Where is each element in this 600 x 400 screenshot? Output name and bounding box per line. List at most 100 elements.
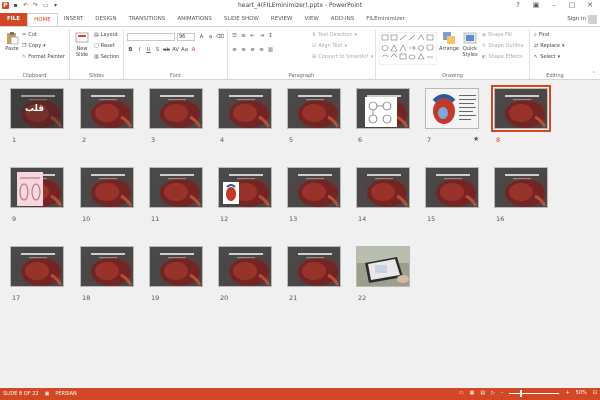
proofing-icon[interactable]: ▣ <box>45 391 50 397</box>
increase-indent-icon[interactable]: ⇥ <box>258 33 265 39</box>
text-direction-button[interactable]: ⇅ Text Direction ▾ <box>312 32 357 38</box>
convert-smartart-button[interactable]: ⊞ Convert to SmartArt ▾ <box>312 54 373 60</box>
tab-fileminimizer[interactable]: FILEminimizer <box>360 13 411 26</box>
slide-thumbnail[interactable] <box>287 246 341 287</box>
shrink-font-icon[interactable]: a <box>207 34 214 40</box>
numbering-icon[interactable]: ≡ <box>240 33 247 39</box>
align-center-icon[interactable]: ≡ <box>240 47 247 53</box>
tab-design[interactable]: DESIGN <box>89 13 122 26</box>
select-button[interactable]: ↖ Select ▾ <box>534 54 560 60</box>
user-avatar-icon[interactable] <box>588 15 597 24</box>
case-icon[interactable]: Aa <box>181 47 188 53</box>
tab-slideshow[interactable]: SLIDE SHOW <box>218 13 265 26</box>
strikethrough-icon[interactable]: ab <box>163 47 170 53</box>
new-slide-button[interactable]: New Slide <box>72 31 92 58</box>
shapes-gallery[interactable] <box>379 32 437 65</box>
reset-button[interactable]: ▢ Reset <box>94 43 115 49</box>
arrange-button[interactable]: Arrange <box>439 31 459 52</box>
layout-button[interactable]: ▤ Layout <box>94 32 118 38</box>
slide-thumbnail[interactable] <box>356 167 410 208</box>
zoom-slider-thumb[interactable] <box>520 389 523 397</box>
slide-thumbnail[interactable] <box>425 167 479 208</box>
shape-outline-button[interactable]: ✎ Shape Outline <box>482 43 524 49</box>
tab-review[interactable]: REVIEW <box>265 13 299 26</box>
slide-number: 4 <box>220 136 225 144</box>
font-color-icon[interactable]: A <box>190 47 197 53</box>
language-indicator[interactable]: PERSIAN <box>55 391 76 397</box>
spacing-icon[interactable]: AV <box>172 47 179 53</box>
align-left-icon[interactable]: ≡ <box>231 47 238 53</box>
section-button[interactable]: ▥ Section <box>94 54 119 60</box>
slide-thumbnail[interactable] <box>356 246 410 287</box>
italic-icon[interactable]: I <box>136 47 143 53</box>
slide-thumbnail[interactable] <box>287 88 341 129</box>
collapse-ribbon-icon[interactable]: ⌃ <box>592 71 596 77</box>
shadow-icon[interactable]: S <box>154 47 161 53</box>
slideshow-view-icon[interactable]: ▷ <box>491 390 495 396</box>
reading-view-icon[interactable]: ▤ <box>480 390 485 396</box>
slide-thumbnail[interactable] <box>149 88 203 129</box>
zoom-in-button[interactable]: + <box>565 390 569 396</box>
tab-view[interactable]: VIEW <box>298 13 324 26</box>
slide-thumbnail[interactable] <box>10 246 64 287</box>
decrease-indent-icon[interactable]: ⇤ <box>249 33 256 39</box>
justify-icon[interactable]: ≡ <box>258 47 265 53</box>
slide-thumbnail[interactable] <box>149 167 203 208</box>
bullets-icon[interactable]: ☰ <box>231 33 238 39</box>
slide-sorter-view-icon[interactable]: ▦ <box>470 390 475 396</box>
format-painter-button[interactable]: ✎ Format Painter <box>22 54 65 60</box>
slide-thumbnail[interactable] <box>494 167 548 208</box>
slide-thumbnail[interactable] <box>287 167 341 208</box>
slide-thumbnail[interactable] <box>149 246 203 287</box>
bold-icon[interactable]: B <box>127 47 134 53</box>
slide-thumbnail[interactable] <box>491 85 551 132</box>
animation-star-icon[interactable]: ★ <box>473 135 479 143</box>
slide-thumbnail[interactable] <box>218 167 272 208</box>
tab-transitions[interactable]: TRANSITIONS <box>122 13 171 26</box>
close-button[interactable]: ✕ <box>582 0 598 11</box>
find-button[interactable]: ⌕ Find <box>534 32 549 38</box>
slide-thumbnail[interactable] <box>218 88 272 129</box>
columns-icon[interactable]: ▥ <box>267 47 274 53</box>
slide-thumbnail[interactable] <box>80 167 134 208</box>
line-spacing-icon[interactable]: ↕ <box>267 33 274 39</box>
tab-insert[interactable]: INSERT <box>58 13 89 26</box>
ribbon-display-icon[interactable]: ▣ <box>528 0 544 11</box>
shape-fill-button[interactable]: ◈ Shape Fill <box>482 32 512 38</box>
quick-styles-button[interactable]: Quick Styles <box>461 31 479 58</box>
cut-button[interactable]: ✂ Cut <box>22 32 37 38</box>
maximize-button[interactable]: □ <box>564 0 580 11</box>
slide-thumbnail[interactable] <box>80 246 134 287</box>
align-text-button[interactable]: ⊟ Align Text ▾ <box>312 43 347 49</box>
font-name-dropdown[interactable] <box>127 33 175 41</box>
sign-in-link[interactable]: Sign in <box>567 16 586 22</box>
help-icon[interactable]: ? <box>510 0 526 11</box>
zoom-level[interactable]: 50% <box>576 390 587 396</box>
list-buttons: ☰ ≡ ⇤ ⇥ ↕ <box>231 33 274 39</box>
zoom-slider[interactable] <box>509 389 560 397</box>
tab-addins[interactable]: ADD-INS <box>325 13 360 26</box>
font-size-dropdown[interactable]: 96 <box>177 33 195 41</box>
clear-format-icon[interactable]: ⌫ <box>216 34 224 40</box>
slide-thumbnail[interactable] <box>425 88 479 129</box>
paste-button[interactable]: Paste <box>3 31 21 52</box>
align-right-icon[interactable]: ≡ <box>249 47 256 53</box>
paintbrush-icon: ✎ <box>22 54 27 60</box>
slide-thumbnail[interactable]: قلب <box>10 88 64 129</box>
replace-button[interactable]: ⇄ Replace ▾ <box>534 43 565 49</box>
slide-thumbnail[interactable] <box>80 88 134 129</box>
tab-file[interactable]: FILE <box>0 13 28 26</box>
tab-home[interactable]: HOME <box>27 13 58 26</box>
tab-animations[interactable]: ANIMATIONS <box>171 13 218 26</box>
underline-icon[interactable]: U <box>145 47 152 53</box>
fit-to-window-icon[interactable]: ⊡ <box>593 390 597 396</box>
copy-button[interactable]: ❐ Copy ▾ <box>22 43 46 49</box>
grow-font-icon[interactable]: A <box>198 34 205 40</box>
slide-thumbnail[interactable] <box>356 88 410 129</box>
slide-thumbnail[interactable] <box>10 167 64 208</box>
slide-thumbnail[interactable] <box>218 246 272 287</box>
zoom-out-button[interactable]: – <box>501 390 504 396</box>
normal-view-icon[interactable]: ▭ <box>459 390 464 396</box>
shape-effects-button[interactable]: ◐ Shape Effects <box>482 54 523 60</box>
minimize-button[interactable]: – <box>546 0 562 11</box>
